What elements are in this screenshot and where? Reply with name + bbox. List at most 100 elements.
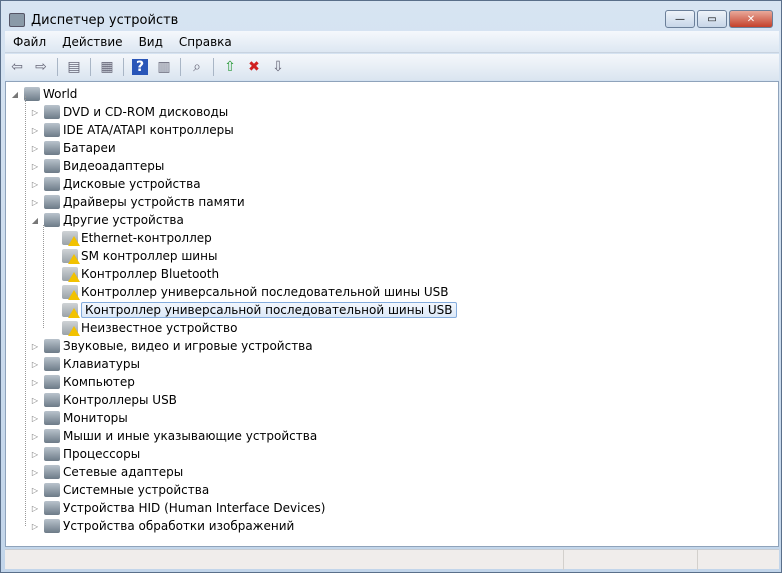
tree-item-label: Ethernet-контроллер bbox=[81, 231, 212, 245]
help-button[interactable]: ? bbox=[130, 57, 150, 77]
tree-item-label: Видеоадаптеры bbox=[63, 159, 165, 173]
maximize-button[interactable]: ▭ bbox=[697, 10, 727, 28]
close-button[interactable]: ✕ bbox=[729, 10, 773, 28]
disable-button[interactable]: ⇩ bbox=[268, 57, 288, 77]
device-category-icon bbox=[44, 339, 60, 353]
tree-item[interactable]: ▷ Мониторы bbox=[30, 409, 128, 427]
device-category-icon bbox=[44, 213, 60, 227]
tree-item-label: Другие устройства bbox=[63, 213, 184, 227]
device-manager-window: Диспетчер устройств — ▭ ✕ Файл Действие Ви… bbox=[0, 0, 782, 573]
device-category-icon bbox=[44, 483, 60, 497]
device-category-icon bbox=[44, 465, 60, 479]
tree-item[interactable]: ▷ Компьютер bbox=[30, 373, 135, 391]
title-bar: Диспетчер устройств bbox=[9, 10, 178, 30]
tree-item-label: Контроллеры USB bbox=[63, 393, 177, 407]
properties-icon: ▦ bbox=[100, 59, 114, 75]
expand-arrow-icon: ▷ bbox=[31, 197, 39, 207]
expand-arrow-icon: ▷ bbox=[31, 485, 39, 495]
tree-item[interactable]: ◢ Другие устройства bbox=[30, 211, 184, 229]
expand-arrow-icon: ▷ bbox=[31, 107, 39, 117]
warning-device-icon bbox=[62, 321, 80, 336]
scan-hardware-icon: ⌕ bbox=[193, 59, 201, 75]
tree-item-label: Компьютер bbox=[63, 375, 135, 389]
tree-child-item[interactable]: Контроллер универсальной последовательно… bbox=[48, 283, 449, 301]
tree-item[interactable]: ▷ Системные устройства bbox=[30, 481, 209, 499]
menu-0[interactable]: Файл bbox=[5, 35, 54, 49]
expand-arrow-icon: ▷ bbox=[31, 125, 39, 135]
tree-item[interactable]: ▷ DVD и CD-ROM дисководы bbox=[30, 103, 228, 121]
tree-item-label: Дисковые устройства bbox=[63, 177, 201, 191]
properties-button[interactable]: ▦ bbox=[97, 57, 117, 77]
tree-item[interactable]: ▷ Контроллеры USB bbox=[30, 391, 177, 409]
device-category-icon bbox=[44, 123, 60, 137]
tree-item[interactable]: ▷ Процессоры bbox=[30, 445, 140, 463]
tree-item[interactable]: ▷ Клавиатуры bbox=[30, 355, 140, 373]
expand-arrow-icon: ▷ bbox=[31, 431, 39, 441]
tree-item[interactable]: ▷ Звуковые, видео и игровые устройства bbox=[30, 337, 313, 355]
expand-arrow-icon: ▷ bbox=[31, 449, 39, 459]
warning-device-icon bbox=[62, 303, 80, 318]
update-driver-button[interactable]: ⇧ bbox=[220, 57, 240, 77]
tree-line bbox=[43, 225, 44, 328]
help-icon: ? bbox=[131, 59, 149, 75]
back-button[interactable]: ⇦ bbox=[7, 57, 27, 77]
forward-button[interactable]: ⇨ bbox=[31, 57, 51, 77]
device-category-icon bbox=[44, 195, 60, 209]
device-category-icon bbox=[44, 357, 60, 371]
tree-item[interactable]: ▷ Видеоадаптеры bbox=[30, 157, 164, 175]
uninstall-button[interactable]: ✖ bbox=[244, 57, 264, 77]
tree-root[interactable]: ◢ World bbox=[10, 85, 77, 103]
tree-item-label: Мониторы bbox=[63, 411, 128, 425]
minimize-button[interactable]: — bbox=[665, 10, 695, 28]
menu-3[interactable]: Справка bbox=[171, 35, 240, 49]
show-action-pane-icon: ▥ bbox=[157, 59, 171, 75]
tree-item-label: Устройства обработки изображений bbox=[63, 519, 295, 533]
tree-child-item[interactable]: Неизвестное устройство bbox=[48, 319, 237, 337]
tree-item[interactable]: ▷ IDE ATA/ATAPI контроллеры bbox=[30, 121, 234, 139]
window-title: Диспетчер устройств bbox=[31, 12, 179, 28]
device-category-icon bbox=[44, 501, 60, 515]
show-hide-console-tree-button[interactable]: ▤ bbox=[64, 57, 84, 77]
device-tree[interactable]: ◢ World ▷ DVD и CD-ROM дисководы ▷ IDE ATA/AT… bbox=[5, 81, 779, 547]
tree-child-item[interactable]: Контроллер Bluetooth bbox=[48, 265, 219, 283]
expand-arrow-icon: ▷ bbox=[31, 467, 39, 477]
device-category-icon bbox=[44, 393, 60, 407]
tree-item-label: IDE ATA/ATAPI контроллеры bbox=[63, 123, 234, 137]
tree-item[interactable]: ▷ Мыши и иные указывающие устройства bbox=[30, 427, 317, 445]
device-manager-icon bbox=[9, 13, 25, 27]
toolbar-separator bbox=[57, 58, 58, 76]
tree-item-label: Сетевые адаптеры bbox=[63, 465, 184, 479]
expand-arrow-icon: ▷ bbox=[31, 503, 39, 513]
tree-item[interactable]: ▷ Устройства обработки изображений bbox=[30, 517, 294, 535]
warning-device-icon bbox=[62, 249, 80, 264]
tree-item[interactable]: ▷ Батареи bbox=[30, 139, 116, 157]
device-category-icon bbox=[44, 519, 60, 533]
forward-icon: ⇨ bbox=[35, 59, 47, 75]
device-category-icon bbox=[44, 177, 60, 191]
toolbar: ⇦ ⇨ ▤ ▦? ▥ ⌕ ⇧ ✖ ⇩ bbox=[5, 54, 779, 80]
device-category-icon bbox=[44, 159, 60, 173]
device-category-icon bbox=[44, 447, 60, 461]
disable-icon: ⇩ bbox=[272, 59, 284, 75]
tree-item-label: SM контроллер шины bbox=[81, 249, 218, 263]
expand-arrow-icon: ▷ bbox=[31, 413, 39, 423]
tree-child-item[interactable]: Ethernet-контроллер bbox=[48, 229, 212, 247]
tree-item[interactable]: ▷ Дисковые устройства bbox=[30, 175, 201, 193]
warning-device-icon bbox=[62, 285, 80, 300]
tree-item-label: DVD и CD-ROM дисководы bbox=[63, 105, 229, 119]
expand-arrow-icon: ▷ bbox=[31, 377, 39, 387]
menu-2[interactable]: Вид bbox=[131, 35, 171, 49]
tree-item[interactable]: ▷ Сетевые адаптеры bbox=[30, 463, 183, 481]
tree-item-label: Устройства HID (Human Interface Devices) bbox=[63, 501, 326, 515]
tree-child-item[interactable]: Контроллер универсальной последовательно… bbox=[48, 301, 457, 319]
tree-item[interactable]: ▷ Драйверы устройств памяти bbox=[30, 193, 245, 211]
tree-item[interactable]: ▷ Устройства HID (Human Interface Devices… bbox=[30, 499, 325, 517]
tree-item-label: Звуковые, видео и игровые устройства bbox=[63, 339, 313, 353]
tree-child-item[interactable]: SM контроллер шины bbox=[48, 247, 217, 265]
menu-1[interactable]: Действие bbox=[54, 35, 130, 49]
scan-hardware-button[interactable]: ⌕ bbox=[187, 57, 207, 77]
expand-arrow-icon: ▷ bbox=[31, 143, 39, 153]
status-bar bbox=[5, 549, 779, 570]
show-action-pane-button[interactable]: ▥ bbox=[154, 57, 174, 77]
menu-bar: Файл Действие Вид Справка bbox=[5, 31, 779, 53]
